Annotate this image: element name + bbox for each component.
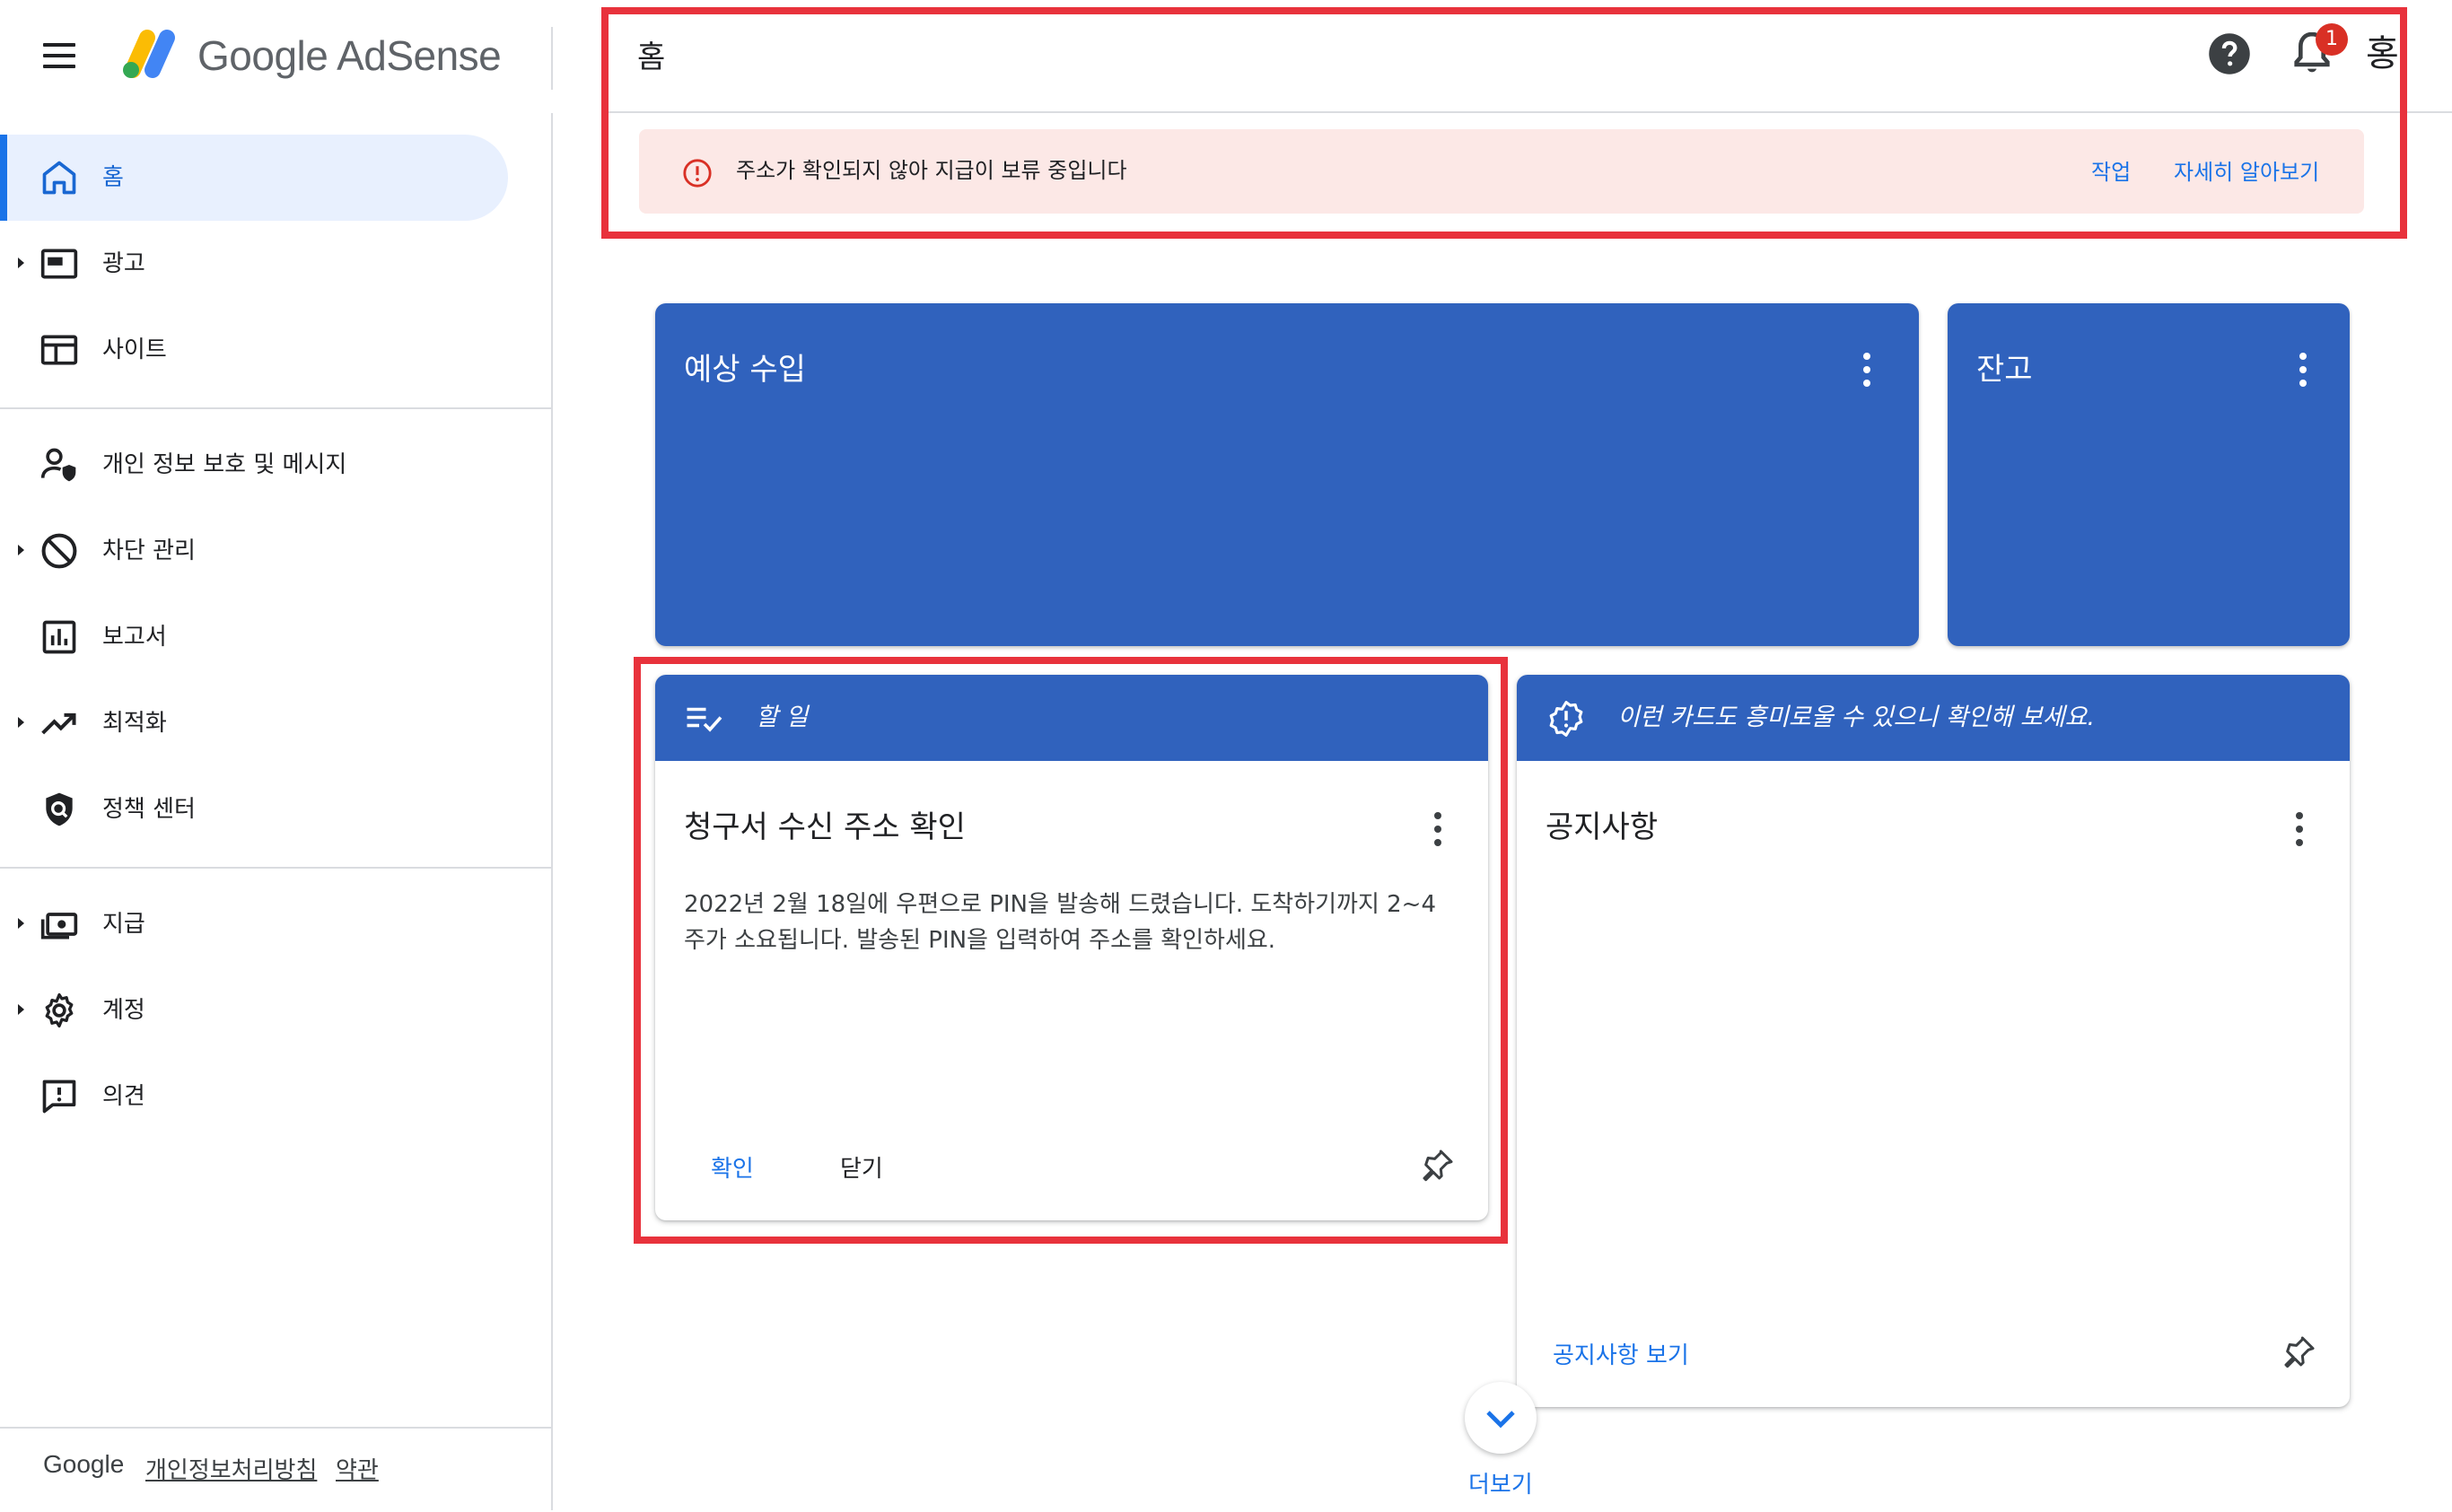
sidebar-item-label: 사이트 [102, 336, 167, 363]
sidebar-item-feedback[interactable]: 의견 [0, 1053, 508, 1140]
feedback-icon [39, 1077, 79, 1116]
adsense-logo [115, 25, 180, 83]
divider [0, 407, 551, 409]
sidebar-item-label: 최적화 [102, 710, 167, 737]
trending-up-icon [39, 704, 79, 743]
highlight-frame [634, 657, 1508, 1244]
menu-icon [43, 43, 75, 47]
brand-name: Google AdSense [197, 32, 502, 79]
new-releases-icon [1547, 700, 1585, 738]
sidebar-item-label: 지급 [102, 911, 145, 938]
sidebar-item-label: 개인 정보 보호 및 메시지 [102, 451, 347, 478]
terms-link[interactable]: 약관 [336, 1452, 379, 1485]
view-announcements-link[interactable]: 공지사항 보기 [1553, 1337, 1689, 1370]
sidebar-item-reports[interactable]: 보고서 [0, 594, 508, 680]
web-icon [39, 330, 79, 370]
expand-caret-icon [18, 258, 24, 268]
expand-caret-icon [18, 1004, 24, 1015]
highlight-frame [601, 7, 2407, 239]
card-title: 예상 수입 [684, 352, 806, 388]
pin-icon[interactable] [2281, 1333, 2317, 1369]
sidebar-item-label: 차단 관리 [102, 538, 196, 564]
payments-icon [39, 905, 79, 944]
expand-caret-icon [18, 717, 24, 728]
home-icon [39, 158, 79, 197]
divider [0, 867, 551, 869]
sidebar-item-label: 광고 [102, 250, 145, 277]
sidebar-item-home[interactable]: 홈 [0, 135, 508, 221]
sidebar-item-ads[interactable]: 광고 [0, 221, 508, 307]
expand-caret-icon [18, 918, 24, 929]
card-title: 잔고 [1976, 352, 2033, 388]
privacy-user-icon [39, 445, 79, 485]
settings-gear-icon [39, 991, 79, 1030]
announcements-card: 이런 카드도 흥미로울 수 있으니 확인해 보세요. 공지사항 공지사항 보기 [1517, 675, 2350, 1407]
privacy-policy-link[interactable]: 개인정보처리방침 [145, 1452, 317, 1485]
bar-chart-icon [39, 617, 79, 657]
divider [551, 113, 553, 1510]
sidebar-item-blocking-controls[interactable]: 차단 관리 [0, 508, 508, 594]
sidebar-item-privacy-messaging[interactable]: 개인 정보 보호 및 메시지 [0, 422, 508, 508]
main-menu-button[interactable] [36, 34, 83, 77]
sidebar: 홈 광고 사이트 개인 정보 보호 및 메시지 차단 관리 보고서 최적화 정책… [0, 113, 551, 1510]
ad-unit-icon [39, 244, 79, 284]
show-more-button[interactable] [1465, 1382, 1537, 1454]
balance-card: 잔고 [1948, 303, 2350, 646]
chevron-down-icon [1486, 1411, 1515, 1429]
sidebar-item-optimization[interactable]: 최적화 [0, 680, 508, 766]
announcements-title: 공지사항 [1546, 809, 1659, 845]
estimated-earnings-card: 예상 수입 [655, 303, 1919, 646]
show-more-label[interactable]: 더보기 [1468, 1466, 1533, 1499]
sidebar-item-label: 계정 [102, 997, 145, 1024]
more-vert-icon[interactable] [2294, 809, 2305, 851]
sidebar-item-label: 홈 [102, 164, 124, 191]
sidebar-item-account[interactable]: 계정 [0, 967, 508, 1053]
sidebar-item-label: 의견 [102, 1083, 145, 1110]
more-vert-icon[interactable] [2298, 350, 2308, 391]
sidebar-item-label: 정책 센터 [102, 796, 196, 823]
suggestion-header-label: 이런 카드도 흥미로울 수 있으니 확인해 보세요. [1617, 704, 2096, 731]
expand-caret-icon [18, 545, 24, 555]
sidebar-item-label: 보고서 [102, 624, 167, 651]
more-vert-icon[interactable] [1861, 350, 1872, 391]
policy-shield-icon [39, 790, 79, 829]
sidebar-item-sites[interactable]: 사이트 [0, 307, 508, 393]
divider [551, 27, 553, 90]
sidebar-item-payments[interactable]: 지급 [0, 881, 508, 967]
suggestion-card-header: 이런 카드도 흥미로울 수 있으니 확인해 보세요. [1517, 675, 2350, 761]
sidebar-item-policy-center[interactable]: 정책 센터 [0, 766, 508, 852]
footer-google-wordmark: Google [43, 1450, 125, 1478]
block-icon [39, 531, 79, 571]
